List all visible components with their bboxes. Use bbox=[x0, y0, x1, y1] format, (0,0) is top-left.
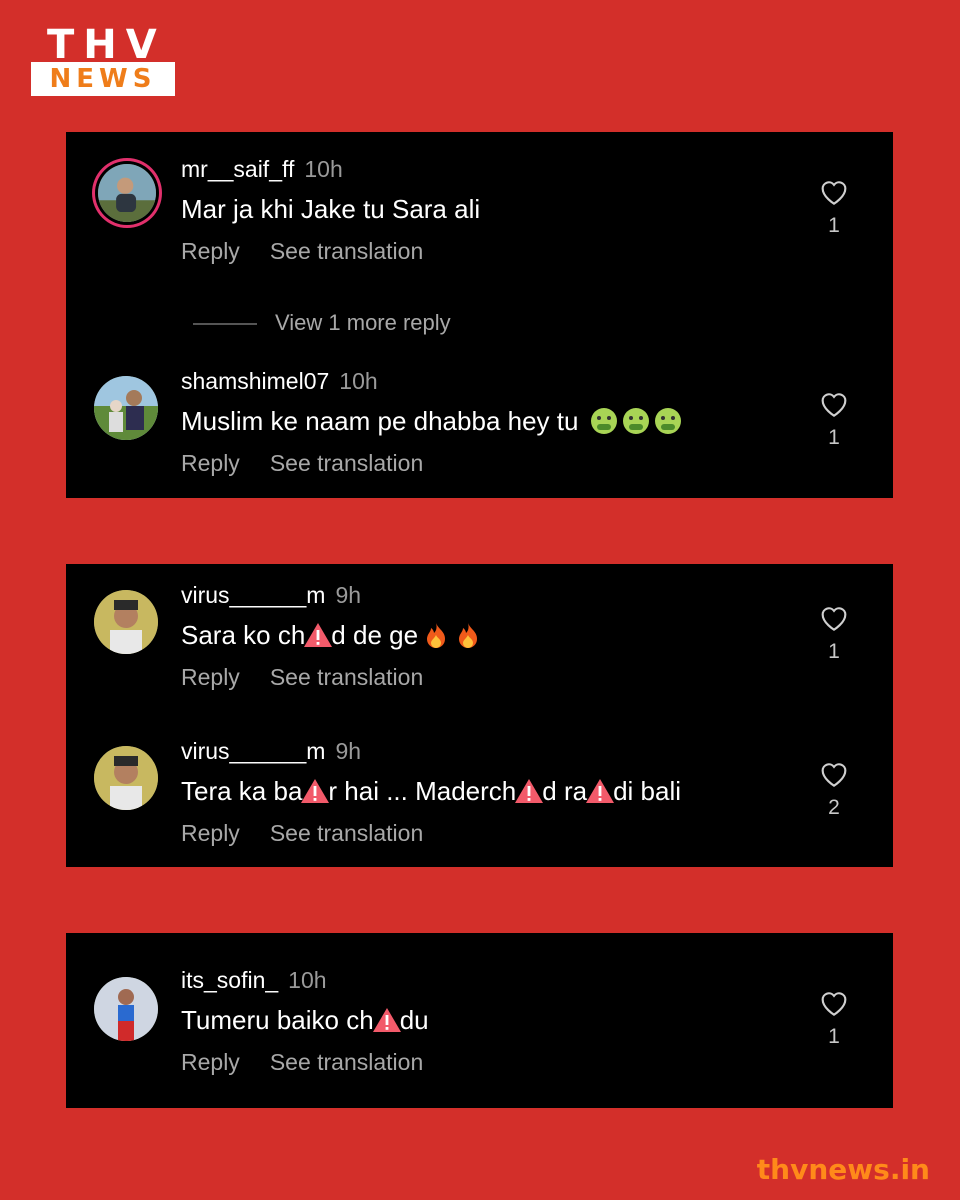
fire-emoji bbox=[427, 623, 446, 648]
comment-actions: Reply See translation bbox=[181, 1049, 423, 1076]
see-translation-button[interactable]: See translation bbox=[270, 664, 423, 690]
see-translation-button[interactable]: See translation bbox=[270, 238, 423, 264]
like-count: 1 bbox=[828, 1025, 840, 1048]
see-translation-button[interactable]: See translation bbox=[270, 450, 423, 476]
timestamp: 10h bbox=[339, 368, 378, 394]
like-count: 1 bbox=[828, 426, 840, 449]
reply-button[interactable]: Reply bbox=[181, 450, 240, 476]
comment-actions: Reply See translation bbox=[181, 664, 423, 691]
username[interactable]: virus______m 9h bbox=[181, 582, 361, 609]
reply-button[interactable]: Reply bbox=[181, 664, 240, 690]
warning-triangle-icon bbox=[515, 779, 544, 803]
like-count: 1 bbox=[828, 640, 840, 663]
warning-triangle-icon bbox=[586, 779, 615, 803]
logo-news: NEWS bbox=[31, 62, 175, 96]
reply-button[interactable]: Reply bbox=[181, 238, 240, 264]
comment-text: Sara ko ch d de ge bbox=[181, 620, 482, 651]
heart-outline-icon bbox=[821, 181, 847, 205]
thv-news-logo: THV NEWS bbox=[31, 22, 175, 96]
comment-item: virus______m 9h Tera ka ba r hai ... Mader… bbox=[66, 738, 893, 848]
avatar[interactable] bbox=[94, 590, 158, 654]
see-translation-button[interactable]: See translation bbox=[270, 1049, 423, 1075]
like-button[interactable]: 1 bbox=[816, 176, 852, 238]
warning-triangle-icon bbox=[304, 623, 333, 647]
comment-item: mr__saif_ff 10h Mar ja khi Jake tu Sara a… bbox=[66, 156, 893, 266]
avatar[interactable] bbox=[98, 164, 156, 222]
username[interactable]: its_sofin_ 10h bbox=[181, 967, 327, 994]
comment-text: Mar ja khi Jake tu Sara ali bbox=[181, 194, 481, 224]
nauseated-face-emoji bbox=[622, 408, 649, 434]
nauseated-face-emoji bbox=[590, 408, 617, 434]
username[interactable]: mr__saif_ff 10h bbox=[181, 156, 343, 183]
comment-item: virus______m 9h Sara ko ch d de ge Reply Se… bbox=[66, 582, 893, 692]
heart-outline-icon bbox=[821, 763, 847, 787]
comment-text: Muslim ke naam pe dhabba hey tu bbox=[181, 406, 682, 437]
heart-outline-icon bbox=[821, 992, 847, 1016]
like-button[interactable]: 1 bbox=[816, 388, 852, 450]
username[interactable]: virus______m 9h bbox=[181, 738, 361, 765]
logo-thv: THV bbox=[47, 22, 166, 68]
like-count: 2 bbox=[828, 796, 840, 819]
like-button[interactable]: 1 bbox=[816, 602, 852, 664]
view-more-replies[interactable]: View 1 more reply bbox=[193, 310, 451, 336]
comment-actions: Reply See translation bbox=[181, 450, 423, 477]
comment-item: its_sofin_ 10h Tumeru baiko ch du Reply See… bbox=[66, 967, 893, 1077]
like-button[interactable]: 2 bbox=[816, 758, 852, 820]
website-watermark: thvnews.in bbox=[756, 1153, 930, 1186]
comment-text: Tumeru baiko ch du bbox=[181, 1005, 429, 1035]
nauseated-face-emoji bbox=[654, 408, 681, 434]
timestamp: 10h bbox=[288, 967, 327, 993]
like-button[interactable]: 1 bbox=[816, 987, 852, 1049]
heart-outline-icon bbox=[821, 393, 847, 417]
timestamp: 9h bbox=[335, 738, 362, 764]
reply-button[interactable]: Reply bbox=[181, 820, 240, 846]
divider bbox=[193, 323, 257, 326]
comment-actions: Reply See translation bbox=[181, 820, 423, 847]
avatar[interactable] bbox=[94, 376, 158, 440]
timestamp: 9h bbox=[335, 582, 362, 608]
username[interactable]: shamshimel07 10h bbox=[181, 368, 378, 395]
avatar[interactable] bbox=[94, 746, 158, 810]
comment-item: shamshimel07 10h Muslim ke naam pe dhabba… bbox=[66, 368, 893, 478]
like-count: 1 bbox=[828, 214, 840, 237]
comment-card: virus______m 9h Sara ko ch d de ge Reply Se… bbox=[66, 564, 893, 867]
timestamp: 10h bbox=[304, 156, 343, 182]
comment-card: its_sofin_ 10h Tumeru baiko ch du Reply See… bbox=[66, 933, 893, 1108]
comment-text: Tera ka ba r hai ... Maderch d ra di bali bbox=[181, 776, 682, 806]
reply-button[interactable]: Reply bbox=[181, 1049, 240, 1075]
avatar[interactable] bbox=[94, 977, 158, 1041]
fire-emoji bbox=[459, 623, 478, 648]
comment-actions: Reply See translation bbox=[181, 238, 423, 265]
see-translation-button[interactable]: See translation bbox=[270, 820, 423, 846]
comment-card: mr__saif_ff 10h Mar ja khi Jake tu Sara a… bbox=[66, 132, 893, 498]
warning-triangle-icon bbox=[372, 1008, 401, 1032]
heart-outline-icon bbox=[821, 607, 847, 631]
warning-triangle-icon bbox=[301, 779, 330, 803]
